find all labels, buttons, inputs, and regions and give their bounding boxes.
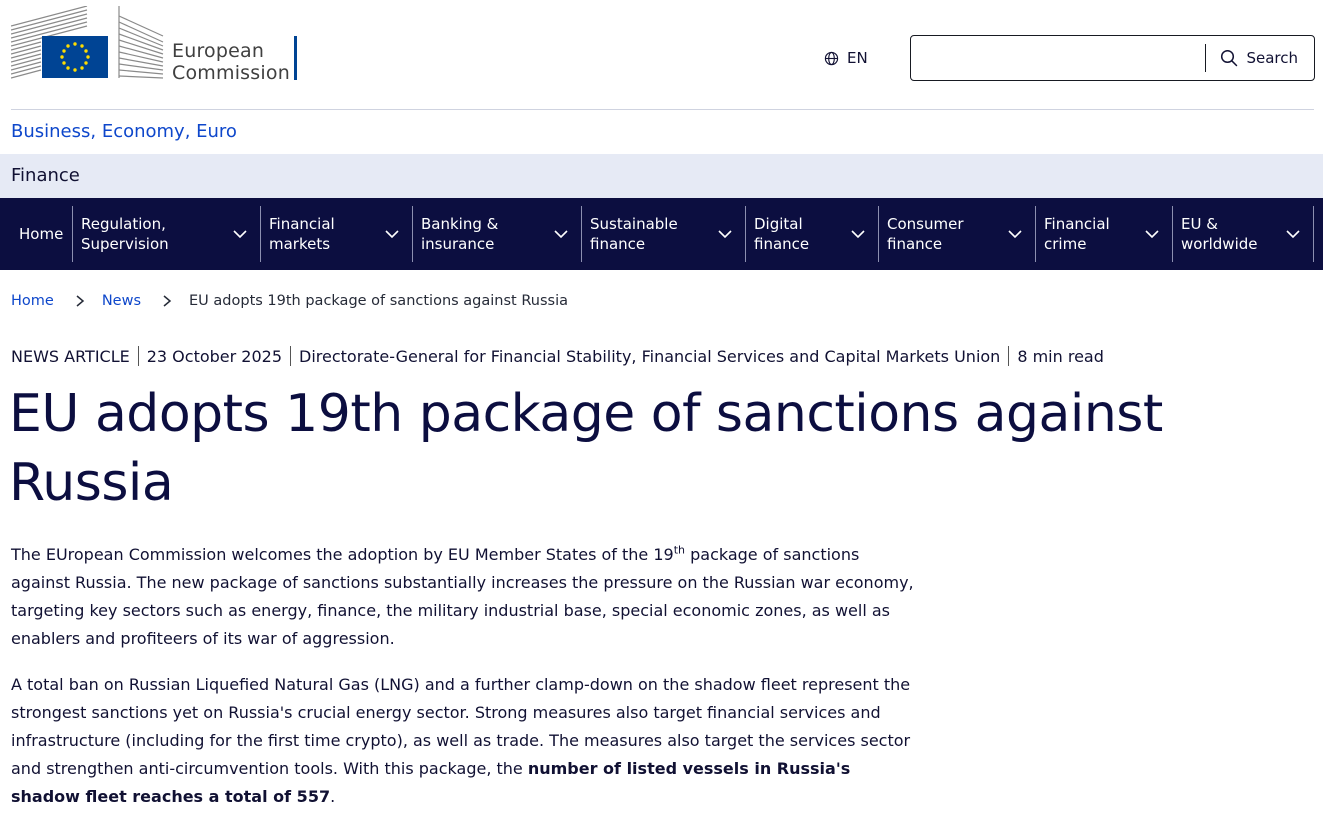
site-name-link[interactable]: Business, Economy, Euro — [11, 121, 237, 142]
article-meta: NEWS ARTICLE 23 October 2025 Directorate… — [11, 345, 1104, 367]
breadcrumb-home[interactable]: Home — [11, 293, 54, 309]
nav-item-financial-markets[interactable]: Financial markets — [261, 206, 413, 262]
meta-separator — [1008, 346, 1010, 366]
article-type: NEWS ARTICLE — [11, 346, 130, 366]
chevron-down-icon — [385, 230, 399, 239]
globe-icon — [824, 51, 839, 65]
nav-item-home[interactable]: Home — [11, 206, 73, 262]
article-body: The EUropean Commission welcomes the ado… — [11, 541, 916, 829]
nav-label: Home — [19, 225, 64, 243]
nav-label: Banking & insurance — [421, 215, 499, 253]
chevron-down-icon — [233, 230, 247, 239]
paragraph-text: The EUropean Commission welcomes the ado… — [11, 545, 674, 564]
article-paragraph: The EUropean Commission welcomes the ado… — [11, 541, 916, 653]
nav-label: Consumer finance — [887, 215, 964, 253]
logo-line-2: Commission — [172, 62, 290, 84]
nav-label: EU & worldwide — [1181, 215, 1258, 253]
paragraph-text: . — [330, 787, 336, 806]
logo-text: European Commission — [172, 40, 290, 84]
header-divider — [11, 109, 1314, 110]
language-selector[interactable]: EN — [824, 47, 868, 69]
nav-item-digital-finance[interactable]: Digital finance — [746, 206, 879, 262]
search-form: Search — [910, 35, 1315, 81]
ordinal-suffix: th — [673, 543, 686, 557]
search-button[interactable]: Search — [1206, 36, 1314, 80]
logo-divider — [294, 36, 297, 80]
section-title: Finance — [11, 165, 80, 186]
nav-label: Financial crime — [1044, 215, 1110, 253]
nav-item-sustainable-finance[interactable]: Sustainable finance — [582, 206, 746, 262]
search-input[interactable] — [911, 36, 1206, 80]
language-code: EN — [847, 49, 868, 67]
article-department: Directorate-General for Financial Stabil… — [299, 346, 1001, 366]
european-commission-logo[interactable]: European Commission — [10, 5, 301, 84]
nav-label: Financial markets — [269, 215, 335, 253]
breadcrumb: Home News EU adopts 19th package of sanc… — [11, 290, 568, 312]
article-date: 23 October 2025 — [146, 346, 283, 366]
nav-item-consumer-finance[interactable]: Consumer finance — [879, 206, 1036, 262]
chevron-down-icon — [1286, 230, 1300, 239]
nav-item-banking-insurance[interactable]: Banking & insurance — [413, 206, 582, 262]
chevron-down-icon — [718, 230, 732, 239]
meta-separator — [137, 346, 139, 366]
search-icon — [1221, 49, 1238, 67]
chevron-down-icon — [554, 230, 568, 239]
chevron-right-icon — [74, 295, 86, 307]
eu-flag-icon — [10, 5, 164, 79]
chevron-down-icon — [1008, 230, 1022, 239]
breadcrumb-news[interactable]: News — [102, 293, 141, 309]
article-read-time: 8 min read — [1017, 346, 1104, 366]
chevron-right-icon — [161, 295, 173, 307]
nav-label: Sustainable finance — [590, 215, 678, 253]
meta-separator — [290, 346, 292, 366]
main-navigation: Home Regulation, Supervision Financial m… — [0, 198, 1323, 270]
section-bar: Finance — [0, 154, 1323, 198]
site-header: European Commission EN Search — [0, 0, 1323, 110]
nav-label: Digital finance — [754, 215, 810, 253]
logo-line-1: European — [172, 40, 265, 62]
article-paragraph: A total ban on Russian Liquefied Natural… — [11, 671, 916, 811]
nav-item-regulation-supervision[interactable]: Regulation, Supervision — [73, 206, 261, 262]
nav-item-financial-crime[interactable]: Financial crime — [1036, 206, 1173, 262]
page-title: EU adopts 19th package of sanctions agai… — [9, 384, 1163, 513]
chevron-down-icon — [1145, 230, 1159, 239]
search-button-label: Search — [1246, 49, 1298, 67]
chevron-down-icon — [851, 230, 865, 239]
breadcrumb-current: EU adopts 19th package of sanctions agai… — [189, 293, 568, 309]
nav-item-eu-worldwide[interactable]: EU & worldwide — [1173, 206, 1314, 262]
nav-label: Regulation, Supervision — [81, 215, 169, 253]
